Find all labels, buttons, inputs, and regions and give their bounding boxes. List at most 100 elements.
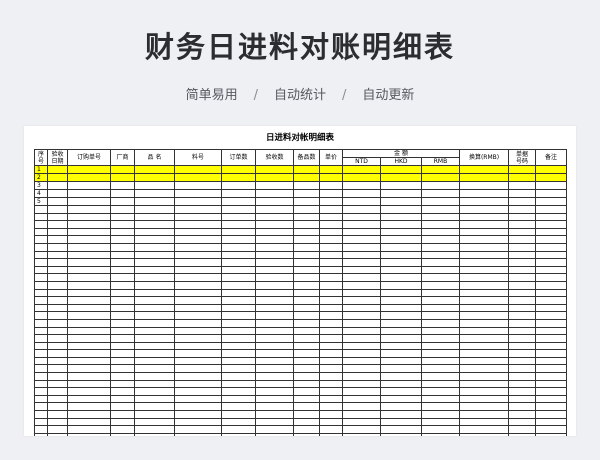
table-cell bbox=[535, 341, 568, 351]
table-cell bbox=[110, 303, 135, 313]
table-cell bbox=[420, 303, 461, 313]
table-cell bbox=[47, 250, 68, 260]
table-cell bbox=[47, 296, 68, 305]
subtitle-item: 自动更新 bbox=[362, 88, 415, 103]
table-cell bbox=[319, 334, 343, 343]
table-cell bbox=[535, 189, 568, 198]
table-cell bbox=[255, 432, 294, 436]
table-cell bbox=[319, 165, 343, 174]
table-cell bbox=[459, 379, 510, 389]
table-cell bbox=[293, 432, 320, 436]
table-cell bbox=[535, 296, 568, 305]
table-cell bbox=[459, 220, 510, 229]
table-cell bbox=[535, 334, 568, 343]
table-cell bbox=[535, 265, 568, 275]
table-cell bbox=[134, 250, 175, 260]
table-cell bbox=[110, 205, 135, 214]
table-cell bbox=[420, 402, 461, 412]
table-cell bbox=[67, 280, 111, 290]
table-cell bbox=[47, 402, 68, 412]
table-cell bbox=[508, 432, 537, 436]
table-cell bbox=[319, 181, 343, 190]
table-cell bbox=[174, 197, 222, 206]
table-cell bbox=[221, 173, 256, 182]
table-row bbox=[34, 417, 568, 427]
table-cell bbox=[110, 349, 135, 358]
table-cell bbox=[342, 227, 381, 237]
table-cell bbox=[221, 334, 256, 343]
table-cell bbox=[342, 242, 381, 252]
table-cell bbox=[293, 265, 320, 275]
table-cell bbox=[293, 364, 320, 374]
table-cell bbox=[110, 394, 135, 404]
table-row bbox=[34, 296, 568, 305]
table-cell bbox=[110, 364, 135, 374]
table-cell bbox=[342, 417, 381, 427]
table-cell bbox=[221, 235, 256, 244]
table-cell bbox=[420, 364, 461, 374]
table-cell bbox=[535, 356, 568, 366]
table-cell bbox=[380, 334, 422, 343]
table-cell bbox=[459, 318, 510, 328]
table-cell bbox=[67, 197, 111, 206]
table-cell bbox=[535, 432, 568, 436]
table-cell bbox=[221, 326, 256, 336]
table-cell bbox=[134, 311, 175, 320]
table-cell bbox=[255, 165, 294, 174]
table-cell bbox=[221, 303, 256, 313]
table-cell bbox=[255, 364, 294, 374]
table-cell bbox=[67, 181, 111, 190]
table-cell bbox=[319, 173, 343, 182]
row-number-cell bbox=[34, 349, 48, 358]
table-cell bbox=[319, 265, 343, 275]
table-cell bbox=[47, 394, 68, 404]
table-row bbox=[34, 410, 568, 419]
table-cell bbox=[255, 311, 294, 320]
table-cell bbox=[110, 258, 135, 267]
table-cell bbox=[293, 235, 320, 244]
table-cell bbox=[535, 394, 568, 404]
table-cell bbox=[255, 265, 294, 275]
table-cell bbox=[134, 364, 175, 374]
table-cell bbox=[47, 165, 68, 174]
table-cell bbox=[508, 364, 537, 374]
table-row bbox=[34, 379, 568, 389]
table-cell bbox=[319, 425, 343, 434]
table-row bbox=[34, 402, 568, 412]
table-cell bbox=[221, 212, 256, 222]
table-cell bbox=[319, 296, 343, 305]
table-cell bbox=[319, 364, 343, 374]
table-cell bbox=[459, 394, 510, 404]
col-header-remark: 备注 bbox=[535, 149, 568, 166]
table-cell bbox=[342, 197, 381, 206]
table-cell bbox=[110, 197, 135, 206]
table-cell bbox=[508, 349, 537, 358]
table-cell bbox=[174, 258, 222, 267]
table-cell bbox=[47, 235, 68, 244]
row-number-cell bbox=[34, 364, 48, 374]
table-cell bbox=[380, 394, 422, 404]
table-cell bbox=[221, 311, 256, 320]
table-cell bbox=[67, 410, 111, 419]
table-cell bbox=[47, 379, 68, 389]
table-cell bbox=[380, 181, 422, 190]
table-row: 3 bbox=[34, 181, 568, 190]
table-cell bbox=[221, 227, 256, 237]
table-cell bbox=[293, 349, 320, 358]
table-cell bbox=[420, 227, 461, 237]
table-cell bbox=[420, 379, 461, 389]
row-number-cell bbox=[34, 394, 48, 404]
table-cell bbox=[535, 288, 568, 298]
table-cell bbox=[319, 227, 343, 237]
row-number-cell bbox=[34, 379, 48, 389]
table-cell bbox=[47, 432, 68, 436]
table-cell bbox=[319, 273, 343, 282]
table-cell bbox=[255, 258, 294, 267]
table-cell bbox=[67, 425, 111, 434]
table-cell bbox=[380, 387, 422, 396]
table-cell bbox=[293, 197, 320, 206]
table-row bbox=[34, 318, 568, 328]
row-number-cell bbox=[34, 296, 48, 305]
table-cell bbox=[508, 250, 537, 260]
col-header-recv-qty: 验收数 bbox=[255, 149, 294, 166]
